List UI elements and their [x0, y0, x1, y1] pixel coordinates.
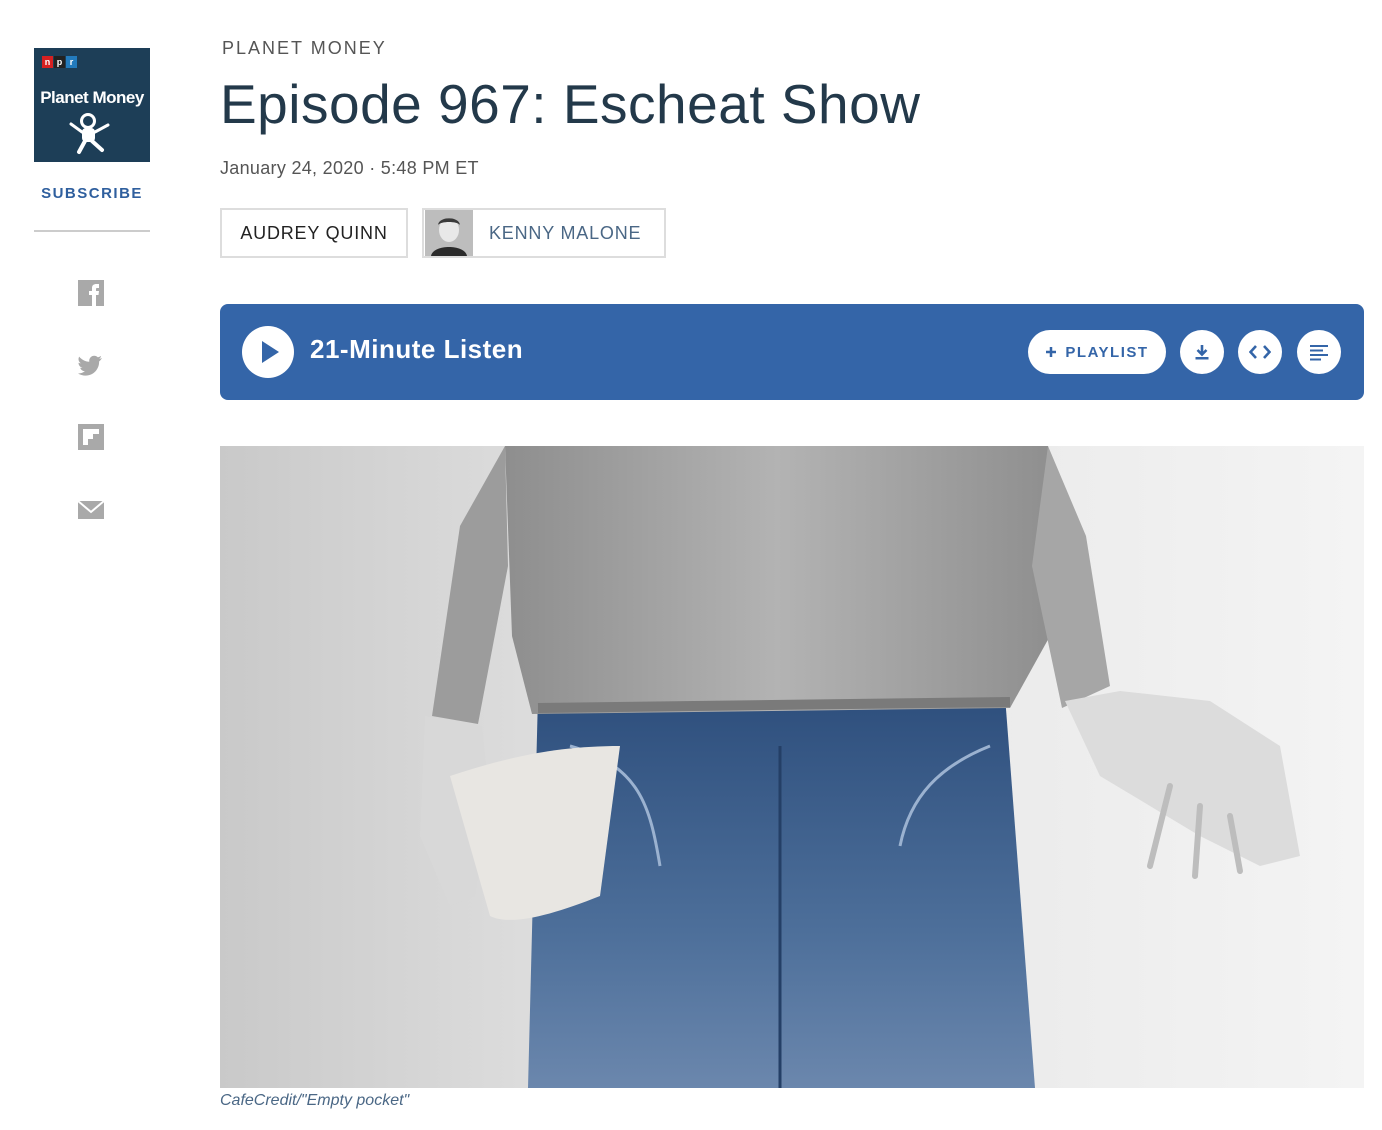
- facebook-icon[interactable]: [78, 280, 104, 306]
- plus-icon: [1046, 347, 1057, 357]
- byline-name: AUDREY QUINN: [240, 222, 388, 243]
- author-photo: [425, 210, 473, 256]
- audio-player: 21-Minute Listen PLAYLIST: [220, 304, 1364, 400]
- listen-duration: 21-Minute Listen: [310, 334, 524, 364]
- dateline: January 24, 2020 · 5:48 PM ET: [220, 158, 479, 178]
- byline-name: KENNY MALONE: [489, 222, 642, 243]
- podcast-logo[interactable]: n p r Planet Money: [34, 48, 150, 162]
- sidebar-divider: [34, 230, 150, 232]
- story-image: [220, 446, 1364, 1088]
- transcript-button[interactable]: [1297, 330, 1341, 374]
- byline-kenny-malone[interactable]: KENNY MALONE: [422, 208, 666, 258]
- subscribe-link[interactable]: SUBSCRIBE: [34, 185, 150, 202]
- transcript-icon: [1310, 345, 1328, 361]
- astronaut-icon: [69, 113, 110, 154]
- play-button[interactable]: [242, 326, 294, 378]
- flipboard-icon[interactable]: [78, 424, 104, 450]
- playlist-label: PLAYLIST: [1065, 343, 1149, 361]
- twitter-icon[interactable]: [78, 352, 104, 378]
- podcast-logo-title: Planet Money: [40, 88, 144, 107]
- play-icon: [262, 341, 279, 363]
- page-title: Episode 967: Escheat Show: [220, 73, 921, 135]
- npr-logo: n p r: [42, 56, 77, 68]
- add-to-playlist-button[interactable]: PLAYLIST: [1028, 330, 1166, 374]
- program-slug[interactable]: PLANET MONEY: [222, 38, 387, 59]
- npr-letter-p: p: [54, 56, 65, 68]
- npr-letter-n: n: [42, 56, 53, 68]
- download-icon: [1195, 345, 1209, 360]
- byline-audrey-quinn[interactable]: AUDREY QUINN: [220, 208, 408, 258]
- image-caption: CafeCredit/"Empty pocket": [220, 1092, 410, 1109]
- embed-button[interactable]: [1238, 330, 1282, 374]
- embed-icon: [1249, 345, 1271, 359]
- npr-letter-r: r: [66, 56, 77, 68]
- email-icon[interactable]: [78, 497, 104, 523]
- download-button[interactable]: [1180, 330, 1224, 374]
